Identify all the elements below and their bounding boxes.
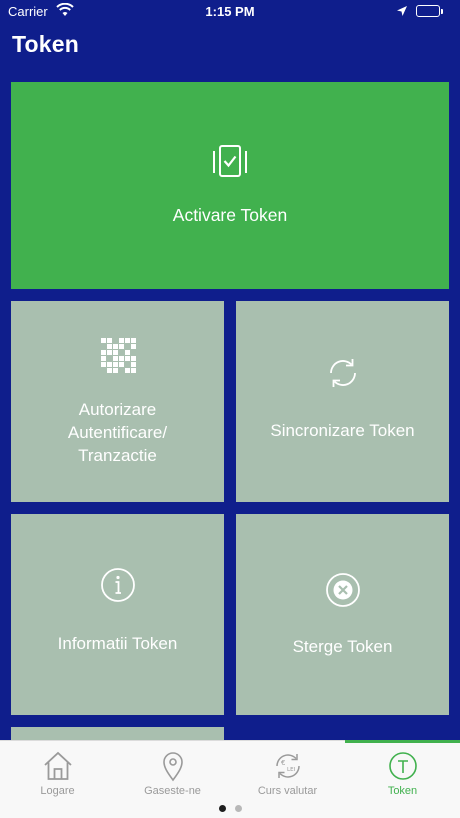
page-indicator	[0, 805, 460, 812]
grid-pattern-cell	[124, 337, 130, 343]
grid-pattern-cell	[100, 361, 106, 367]
grid-pattern-cell	[124, 367, 130, 373]
home-icon	[42, 750, 74, 782]
status-bar: Carrier 1:15 PM	[0, 0, 460, 24]
tab-token[interactable]: Token	[345, 741, 460, 801]
tab-token-label: Token	[387, 785, 418, 797]
token-info-label: Informatii Token	[57, 633, 178, 653]
grid-pattern-cell	[118, 343, 124, 349]
token-icon	[387, 750, 419, 782]
tab-curs-valutar-label: Curs valutar	[257, 785, 318, 797]
sync-token-tile[interactable]: Sincronizare Token	[236, 301, 449, 502]
tab-gaseste-ne[interactable]: Gaseste-ne	[115, 741, 230, 801]
grid-pattern-cell	[106, 349, 112, 355]
tab-bar: Logare Gaseste-ne € LEI Curs valutar Tok…	[0, 740, 460, 818]
activate-token-tile[interactable]: Activare Token	[11, 82, 449, 289]
delete-token-tile[interactable]: Sterge Token	[236, 514, 449, 715]
grid-pattern-cell	[130, 337, 136, 343]
token-info-tile[interactable]: Informatii Token	[11, 514, 224, 715]
sync-token-label: Sincronizare Token	[270, 420, 415, 440]
partial-tile[interactable]	[11, 727, 224, 740]
grid-pattern-cell	[124, 349, 130, 355]
grid-pattern-cell	[106, 337, 112, 343]
page-dot-current[interactable]	[218, 805, 226, 812]
svg-text:€: €	[281, 759, 285, 767]
authorization-tile[interactable]: Autorizare Autentificare/ Tranzactie	[11, 301, 224, 502]
grid-pattern-cell	[112, 355, 118, 361]
grid-pattern-cell	[130, 343, 136, 349]
battery-tip	[441, 9, 443, 14]
grid-pattern-cell	[100, 337, 106, 343]
grid-pattern-cell	[106, 343, 112, 349]
info-icon	[100, 567, 136, 608]
location-arrow-icon	[396, 5, 408, 20]
authorization-label-line3: Tranzactie	[78, 445, 157, 465]
grid-pattern-cell	[118, 355, 124, 361]
battery-icon	[416, 5, 440, 17]
grid-pattern-icon	[100, 337, 136, 378]
grid-pattern-cell	[106, 367, 112, 373]
grid-pattern-cell	[130, 355, 136, 361]
currency-exchange-icon: € LEI	[272, 750, 304, 782]
tab-gaseste-ne-label: Gaseste-ne	[144, 785, 201, 797]
grid-pattern-cell	[118, 361, 124, 367]
authorization-label-line1: Autorizare	[78, 399, 157, 419]
delete-token-label: Sterge Token	[292, 636, 393, 656]
clock: 1:15 PM	[205, 4, 255, 19]
grid-pattern-cell	[130, 361, 136, 367]
tab-logare-label: Logare	[40, 785, 75, 797]
tab-curs-valutar[interactable]: € LEI Curs valutar	[230, 741, 345, 801]
page-title: Token	[12, 31, 80, 57]
grid-pattern-cell	[112, 367, 118, 373]
grid-pattern-cell	[106, 361, 112, 367]
grid-pattern-cell	[100, 349, 106, 355]
sync-icon	[325, 356, 361, 395]
grid-pattern-cell	[112, 343, 118, 349]
page-dot[interactable]	[234, 805, 242, 812]
token-check-icon	[212, 144, 248, 184]
grid-pattern-cell	[130, 367, 136, 373]
authorization-label-line2: Autentificare/	[67, 422, 168, 442]
grid-pattern-cell	[100, 355, 106, 361]
grid-pattern-cell	[124, 355, 130, 361]
svg-text:LEI: LEI	[287, 767, 296, 773]
grid-pattern-cell	[112, 361, 118, 367]
grid-pattern-cell	[112, 349, 118, 355]
grid-pattern-cell	[118, 337, 124, 343]
tab-logare[interactable]: Logare	[0, 741, 115, 801]
delete-icon	[325, 572, 361, 613]
activate-token-label: Activare Token	[172, 204, 288, 225]
location-pin-icon	[157, 750, 189, 782]
